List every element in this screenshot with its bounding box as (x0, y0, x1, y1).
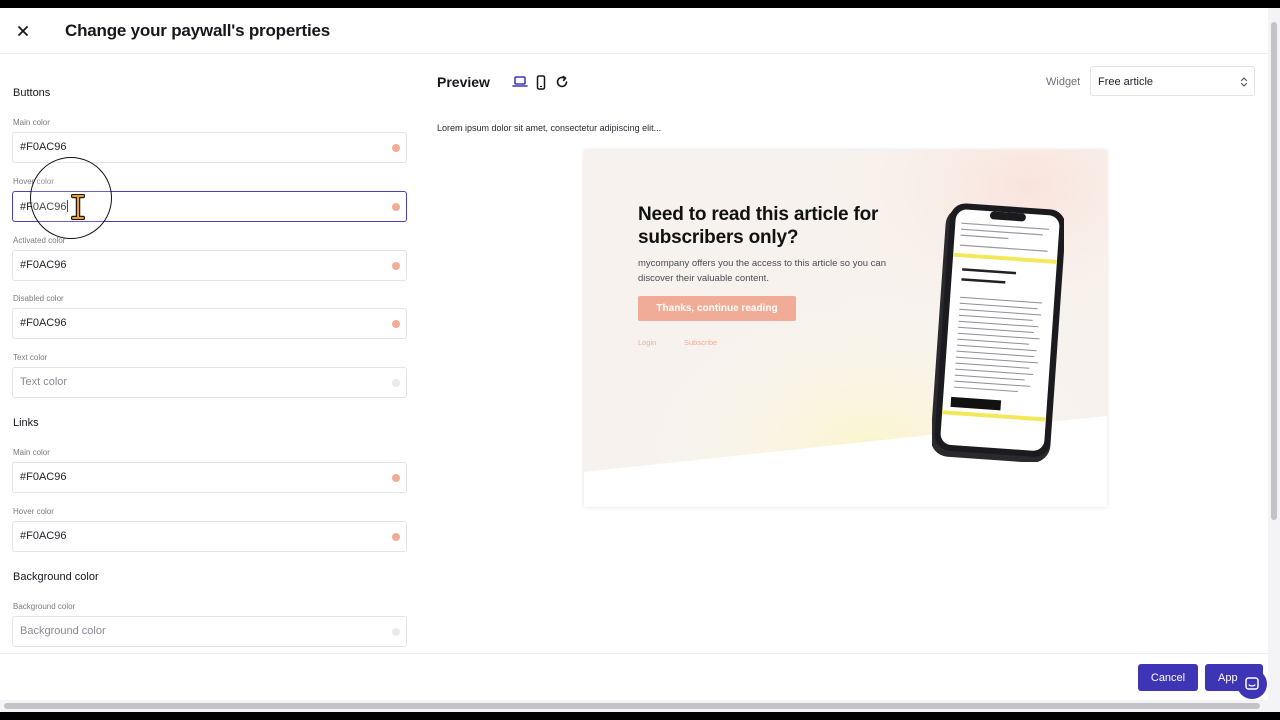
background-color-field[interactable]: Background color (12, 616, 407, 647)
close-button[interactable] (13, 21, 33, 41)
color-swatch[interactable] (392, 262, 400, 270)
buttons-disabled-color-field[interactable]: #F0AC96 (12, 308, 407, 339)
color-swatch-empty[interactable] (392, 628, 400, 636)
chat-icon (1245, 677, 1259, 690)
background-color-placeholder: Background color (20, 625, 106, 637)
buttons-activated-color-field[interactable]: #F0AC96 (12, 250, 407, 281)
links-hover-color-value: #F0AC96 (20, 530, 67, 542)
buttons-text-color-placeholder: Text color (20, 376, 68, 388)
widget-select-value: Free article (1098, 76, 1154, 88)
color-swatch[interactable] (392, 533, 400, 541)
mobile-view-button[interactable] (533, 74, 549, 90)
buttons-main-color-value: #F0AC96 (20, 141, 67, 153)
subscribe-link[interactable]: Subscribe (684, 338, 717, 347)
desktop-view-button[interactable] (512, 74, 528, 90)
color-swatch[interactable] (392, 320, 400, 328)
links-hover-color-label: Hover color (13, 507, 54, 516)
smartphone-icon (536, 74, 546, 90)
paywall-heading: Need to read this article for subscriber… (638, 204, 879, 248)
links-section-title: Links (13, 417, 39, 429)
chat-support-button[interactable] (1237, 669, 1267, 699)
header: Change your paywall's properties (0, 8, 1268, 54)
horizontal-scrollbar-thumb[interactable] (4, 703, 1260, 709)
preview-article-text: Lorem ipsum dolor sit amet, consectetur … (437, 123, 662, 133)
color-swatch[interactable] (392, 474, 400, 482)
vertical-scrollbar-thumb[interactable] (1271, 22, 1277, 520)
buttons-activated-color-label: Activated color (13, 236, 66, 245)
background-section-title: Background color (13, 571, 99, 583)
phone-mockup-image (932, 203, 1064, 462)
page-title: Change your paywall's properties (65, 21, 330, 40)
cancel-button[interactable]: Cancel (1138, 664, 1198, 691)
buttons-section-title: Buttons (13, 87, 51, 99)
links-main-color-value: #F0AC96 (20, 471, 67, 483)
laptop-icon (512, 76, 528, 87)
text-caret (67, 200, 69, 212)
background-color-label: Background color (13, 602, 76, 611)
buttons-text-color-field[interactable]: Text color (12, 367, 407, 398)
buttons-disabled-color-value: #F0AC96 (20, 317, 67, 329)
buttons-main-color-field[interactable]: #F0AC96 (12, 132, 407, 163)
buttons-main-color-label: Main color (13, 118, 50, 127)
color-swatch-empty[interactable] (392, 379, 400, 387)
paywall-body: mycompany offers you the access to this … (638, 258, 886, 284)
buttons-hover-color-field[interactable]: #F0AC96 (12, 191, 407, 222)
login-link[interactable]: Login (638, 338, 656, 347)
color-swatch[interactable] (392, 144, 400, 152)
color-swatch[interactable] (392, 203, 400, 211)
settings-panel: Buttons Main color #F0AC96 Hover color #… (0, 55, 420, 655)
widget-select[interactable]: Free article (1090, 66, 1255, 96)
widget-label: Widget (1046, 76, 1081, 88)
links-main-color-label: Main color (13, 448, 50, 457)
buttons-hover-color-value: #F0AC96 (20, 201, 67, 213)
continue-reading-button[interactable]: Thanks, continue reading (638, 296, 796, 321)
links-hover-color-field[interactable]: #F0AC96 (12, 521, 407, 552)
buttons-activated-color-value: #F0AC96 (20, 259, 67, 271)
buttons-text-color-label: Text color (13, 353, 48, 362)
app-window: Change your paywall's properties Buttons… (0, 8, 1280, 712)
refresh-icon (556, 75, 568, 88)
select-arrows-icon (1240, 77, 1248, 87)
buttons-disabled-color-label: Disabled color (13, 294, 64, 303)
links-main-color-field[interactable]: #F0AC96 (12, 462, 407, 493)
close-icon (18, 26, 28, 36)
preview-title: Preview (437, 74, 490, 90)
buttons-hover-color-label: Hover color (13, 177, 54, 186)
refresh-button[interactable] (554, 74, 570, 90)
paywall-preview-card: Need to read this article for subscriber… (584, 150, 1107, 507)
